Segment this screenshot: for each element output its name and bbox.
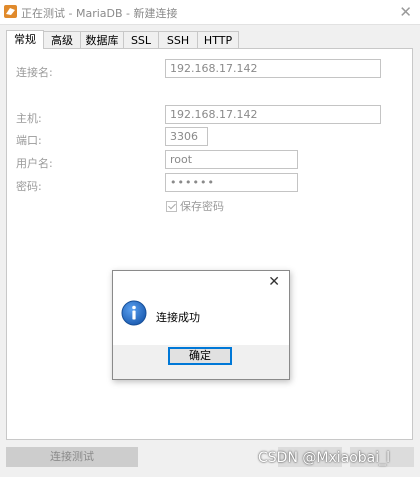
password-input[interactable]: •••••• <box>165 173 298 192</box>
window-title: 正在测试 - MariaDB - 新建连接 <box>21 7 178 20</box>
tab-databases[interactable]: 数据库 <box>80 31 124 48</box>
dialog-message: 连接成功 <box>156 311 200 324</box>
tab-ssh[interactable]: SSH <box>158 31 198 48</box>
username-label: 用户名: <box>16 157 53 170</box>
tab-http[interactable]: HTTP <box>197 31 239 48</box>
save-password-row[interactable]: 保存密码 <box>166 198 224 214</box>
success-dialog: ✕ 连接成功 确定 <box>112 270 290 380</box>
title-bar: 正在测试 - MariaDB - 新建连接 ✕ <box>0 0 420 25</box>
navicat-app-icon <box>4 5 17 18</box>
tab-advanced[interactable]: 高级 <box>43 31 81 48</box>
save-password-label: 保存密码 <box>180 200 224 213</box>
connection-name-input[interactable]: 192.168.17.142 <box>165 59 381 78</box>
test-connection-button[interactable]: 连接测试 <box>6 447 138 467</box>
dialog-ok-button[interactable]: 确定 <box>168 347 232 365</box>
dialog-body: 连接成功 <box>113 295 289 345</box>
csdn-watermark: CSDN @Mxiaobai_l <box>258 450 391 466</box>
general-panel: 连接名: 192.168.17.142 主机: 192.168.17.142 端… <box>6 48 413 440</box>
dialog-close-button[interactable]: ✕ <box>268 274 280 290</box>
host-label: 主机: <box>16 112 42 125</box>
host-input[interactable]: 192.168.17.142 <box>165 105 381 124</box>
tab-general[interactable]: 常规 <box>6 30 44 49</box>
password-label: 密码: <box>16 180 42 193</box>
username-input[interactable]: root <box>165 150 298 169</box>
port-input[interactable]: 3306 <box>165 127 208 146</box>
info-icon <box>121 300 147 326</box>
window-close-button[interactable]: ✕ <box>399 3 412 21</box>
tab-ssl[interactable]: SSL <box>123 31 159 48</box>
connection-name-label: 连接名: <box>16 66 53 79</box>
dialog-title-bar: ✕ <box>113 271 289 295</box>
port-label: 端口: <box>16 134 42 147</box>
save-password-checkbox[interactable] <box>166 201 177 212</box>
